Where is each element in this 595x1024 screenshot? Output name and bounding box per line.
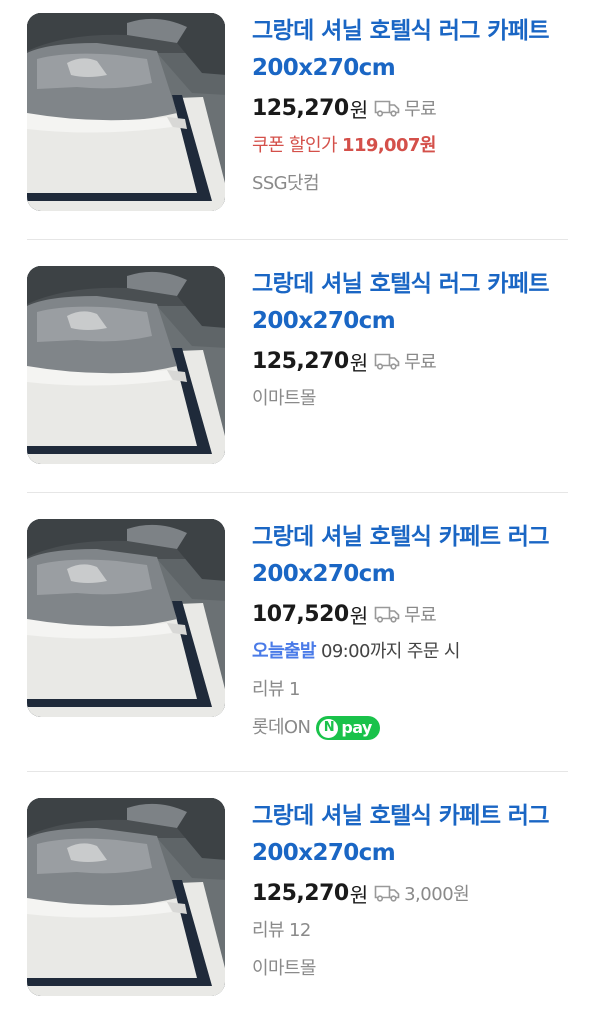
shipping-fee: 무료 bbox=[404, 352, 437, 373]
product-card[interactable]: 그랑데 셔닐 호텔식 카페트 러그 200x270cm 107,520 원 무료… bbox=[0, 518, 595, 771]
product-thumbnail[interactable] bbox=[27, 798, 225, 996]
product-price: 125,270 bbox=[252, 95, 349, 121]
price-row: 125,270 원 무료 bbox=[252, 342, 572, 380]
product-title[interactable]: 그랑데 셔닐 호텔식 카페트 러그 200x270cm bbox=[252, 519, 572, 593]
same-day-dispatch-condition: 09:00까지 주문 시 bbox=[320, 641, 461, 662]
coupon-price-line: 쿠폰 할인가 119,007원 bbox=[252, 127, 572, 165]
seller-name[interactable]: SSG닷컴 bbox=[252, 165, 572, 203]
product-price: 125,270 bbox=[252, 348, 349, 374]
shipping-fee: 무료 bbox=[404, 605, 437, 626]
naver-pay-badge: Npay bbox=[316, 716, 380, 740]
seller-line: 롯데ON Npay bbox=[252, 709, 572, 747]
product-thumbnail[interactable] bbox=[27, 519, 225, 717]
delivery-truck-icon bbox=[374, 100, 400, 117]
product-card[interactable]: 그랑데 셔닐 호텔식 러그 카페트 200x270cm 125,270 원 무료… bbox=[0, 12, 595, 240]
delivery-truck-icon bbox=[374, 885, 400, 902]
bed-rug-photo-icon bbox=[27, 266, 225, 464]
bed-rug-photo-icon bbox=[27, 798, 225, 996]
product-price: 107,520 bbox=[252, 601, 349, 627]
divider bbox=[27, 492, 568, 493]
npay-label: pay bbox=[341, 718, 372, 737]
seller-name[interactable]: 이마트몰 bbox=[252, 380, 572, 418]
same-day-dispatch-line: 오늘출발 09:00까지 주문 시 bbox=[252, 633, 572, 671]
naver-n-icon: N bbox=[319, 718, 339, 738]
seller-name[interactable]: 이마트몰 bbox=[252, 950, 572, 988]
product-card[interactable]: 그랑데 셔닐 호텔식 러그 카페트 200x270cm 125,270 원 무료… bbox=[0, 265, 595, 493]
product-card[interactable]: 그랑데 셔닐 호텔식 카페트 러그 200x270cm 125,270 원 3,… bbox=[0, 797, 595, 1024]
price-row: 125,270 원 3,000원 bbox=[252, 874, 572, 912]
currency-unit: 원 bbox=[349, 97, 369, 122]
price-row: 125,270 원 무료 bbox=[252, 89, 572, 127]
coupon-label: 쿠폰 할인가 bbox=[252, 135, 338, 156]
product-thumbnail[interactable] bbox=[27, 266, 225, 464]
shipping-fee: 무료 bbox=[404, 99, 437, 120]
delivery-truck-icon bbox=[374, 353, 400, 370]
currency-unit: 원 bbox=[349, 882, 369, 907]
coupon-price: 119,007원 bbox=[342, 135, 436, 156]
divider bbox=[27, 771, 568, 772]
same-day-dispatch-label: 오늘출발 bbox=[252, 641, 316, 662]
review-count[interactable]: 리뷰 12 bbox=[252, 912, 572, 950]
shipping-fee: 3,000원 bbox=[404, 884, 470, 905]
product-title[interactable]: 그랑데 셔닐 호텔식 카페트 러그 200x270cm bbox=[252, 798, 572, 872]
product-title[interactable]: 그랑데 셔닐 호텔식 러그 카페트 200x270cm bbox=[252, 266, 572, 340]
seller-name[interactable]: 롯데ON bbox=[252, 717, 311, 738]
currency-unit: 원 bbox=[349, 350, 369, 375]
product-thumbnail[interactable] bbox=[27, 13, 225, 211]
bed-rug-photo-icon bbox=[27, 13, 225, 211]
product-price: 125,270 bbox=[252, 880, 349, 906]
delivery-truck-icon bbox=[374, 606, 400, 623]
product-title[interactable]: 그랑데 셔닐 호텔식 러그 카페트 200x270cm bbox=[252, 13, 572, 87]
price-row: 107,520 원 무료 bbox=[252, 595, 572, 633]
divider bbox=[27, 239, 568, 240]
currency-unit: 원 bbox=[349, 603, 369, 628]
bed-rug-photo-icon bbox=[27, 519, 225, 717]
review-count[interactable]: 리뷰 1 bbox=[252, 671, 572, 709]
